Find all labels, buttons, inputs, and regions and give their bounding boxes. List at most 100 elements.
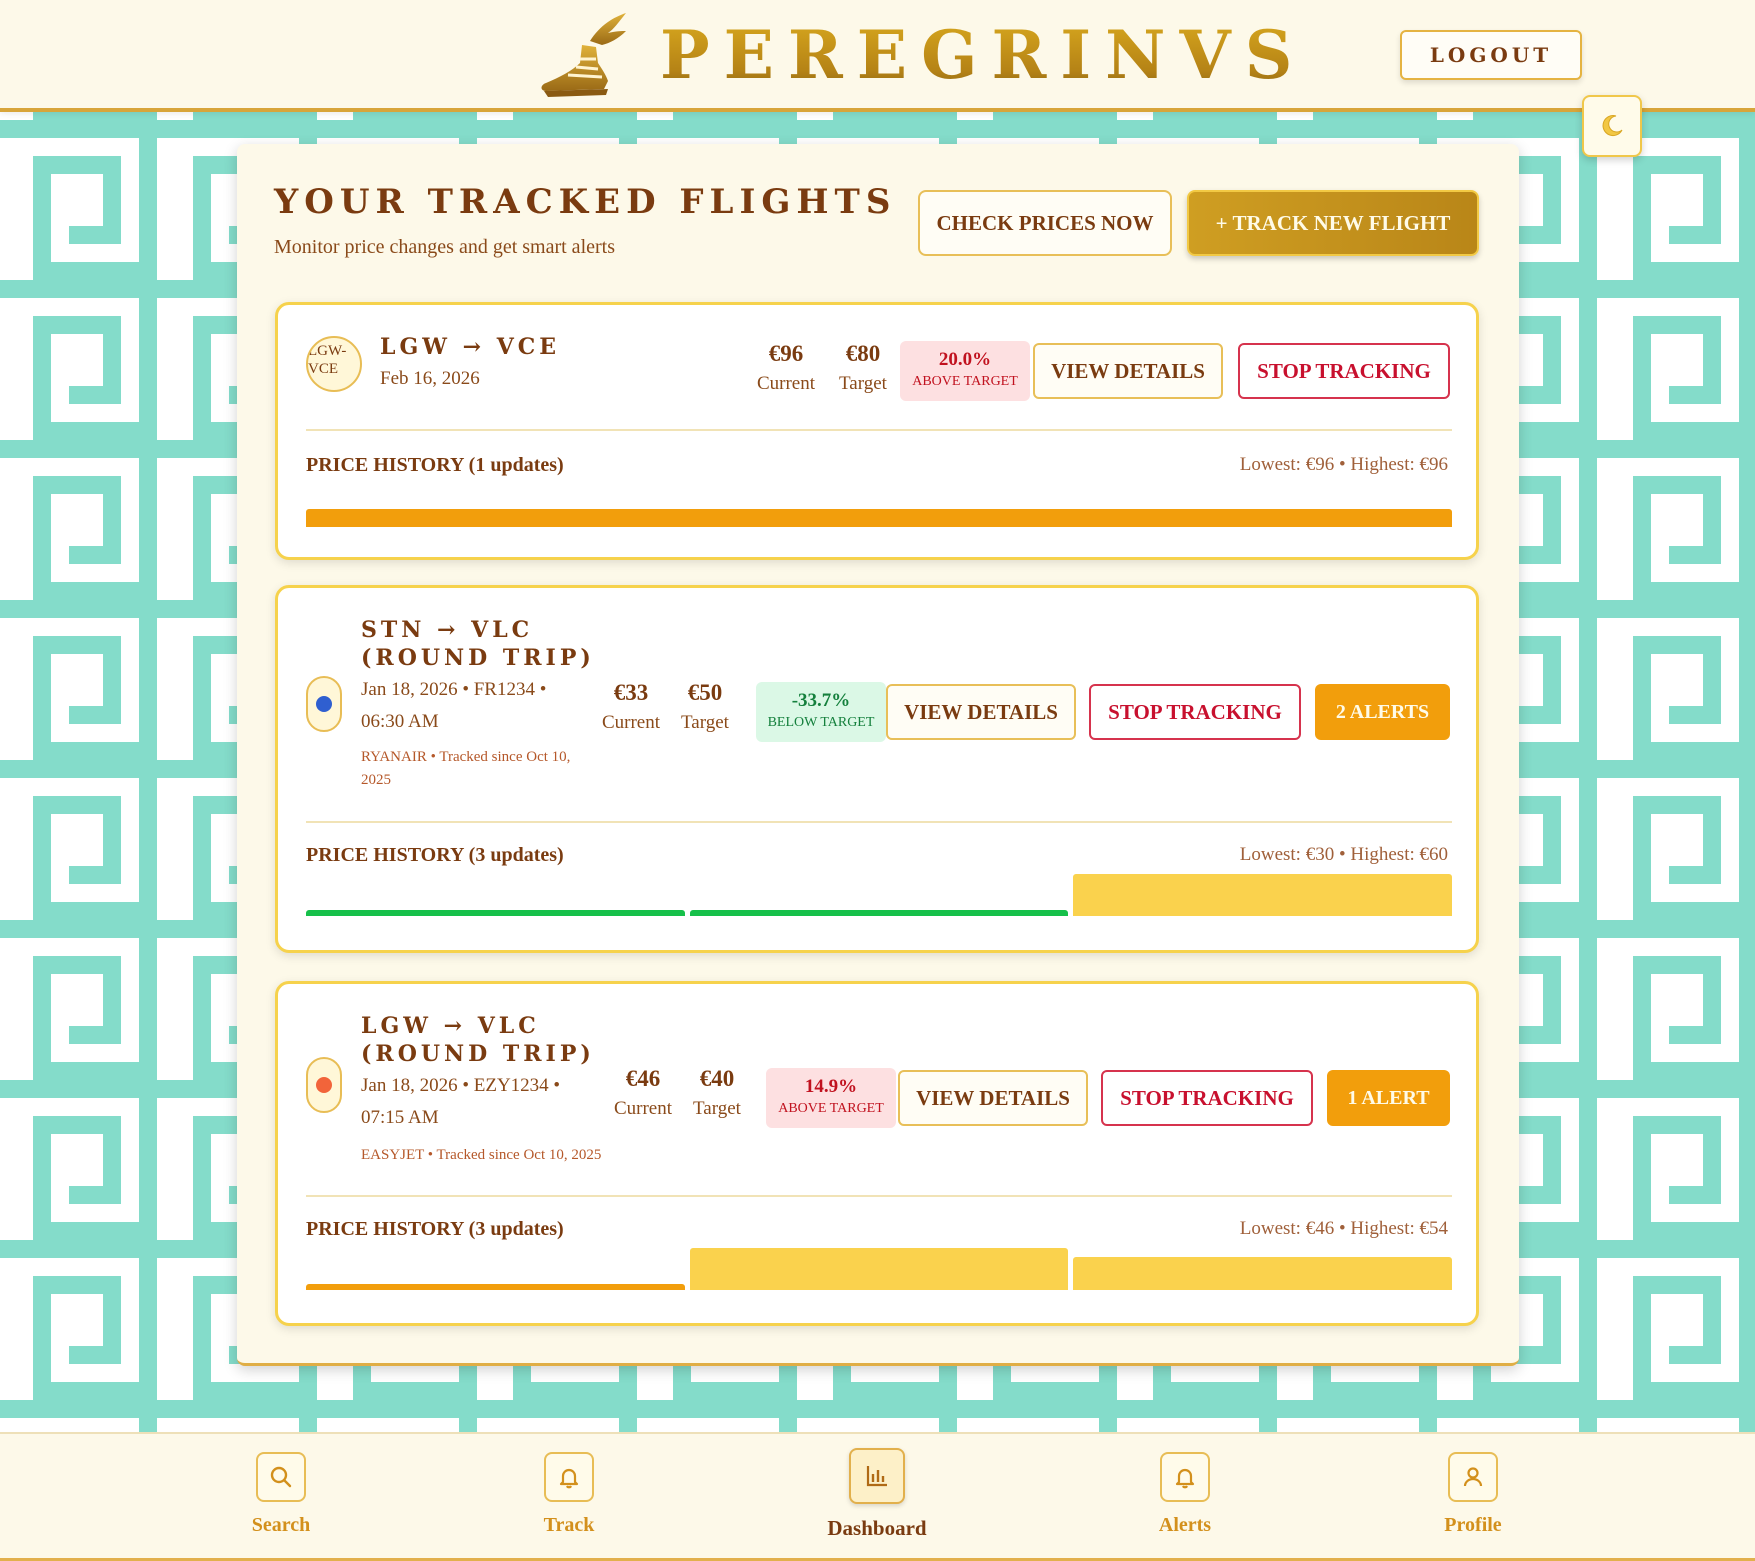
price-history-range: Lowest: €46 • Highest: €54 — [1239, 1218, 1448, 1239]
flight-card-lgw-vlc: LGW → VLC (ROUND TRIP) Jan 18, 2026 • EZ… — [275, 981, 1479, 1326]
bell-icon — [544, 1452, 594, 1502]
current-price-value: €96 — [768, 341, 804, 366]
current-price-value: €33 — [613, 680, 649, 705]
route-badge-text: LGW-VCE — [308, 343, 347, 377]
nav-label: Dashboard — [827, 1516, 927, 1540]
airline-tracked-since: RYANAIR • Tracked since Oct 10, 2025 — [361, 746, 570, 792]
search-icon — [256, 1452, 306, 1502]
delta-percent: 20.0% — [938, 349, 992, 370]
nav-label: Search — [251, 1514, 311, 1536]
target-price: €40 Target — [682, 1066, 752, 1120]
card-divider — [306, 429, 1452, 431]
top-header: PEREGRINVS LOGOUT — [0, 0, 1755, 112]
flight-details: Jan 18, 2026 • FR1234 • 06:30 AM — [361, 674, 546, 738]
airline-badge — [306, 676, 342, 732]
bottom-nav: Search Track Dashboard Alerts Profile — [0, 1432, 1755, 1561]
delta-label: ABOVE TARGET — [912, 374, 1018, 389]
current-price-value: €46 — [625, 1066, 661, 1091]
current-price: €33 Current — [596, 680, 666, 734]
winged-sandal-icon — [541, 13, 626, 97]
track-new-flight-button[interactable]: + TRACK NEW FLIGHT — [1187, 190, 1479, 256]
flight-details-line1: Jan 18, 2026 • FR1234 • — [361, 679, 547, 700]
flight-route-line1: STN → VLC — [361, 617, 534, 643]
airline-line1: EASYJET • Tracked since Oct 10, 2025 — [361, 1147, 602, 1163]
price-history-title: PRICE HISTORY (3 updates) — [306, 844, 564, 866]
flight-date: Feb 16, 2026 — [380, 368, 480, 389]
nav-item-dashboard[interactable]: Dashboard — [807, 1448, 947, 1541]
price-history-title: PRICE HISTORY (3 updates) — [306, 1218, 564, 1240]
flight-card-stn-vlc: STN → VLC (ROUND TRIP) Jan 18, 2026 • FR… — [275, 585, 1479, 953]
price-history-chart — [306, 1248, 1452, 1290]
delta-percent: -33.7% — [791, 690, 851, 711]
stop-tracking-button[interactable]: STOP TRACKING — [1238, 343, 1450, 399]
nav-label: Profile — [1444, 1514, 1502, 1536]
stop-tracking-button[interactable]: STOP TRACKING — [1101, 1070, 1313, 1126]
airline-dot-icon — [316, 696, 332, 712]
alerts-button[interactable]: 2 ALERTS — [1315, 684, 1450, 740]
price-history-bar — [306, 910, 685, 916]
current-price-label: Current — [756, 373, 816, 394]
price-history-chart — [306, 874, 1452, 916]
page-title: YOUR TRACKED FLIGHTS — [274, 182, 897, 222]
delta-label: BELOW TARGET — [767, 715, 875, 730]
flight-route: LGW → VCE — [380, 334, 561, 360]
theme-toggle-button[interactable] — [1582, 95, 1642, 157]
status-badge: 14.9% ABOVE TARGET — [766, 1068, 896, 1128]
current-price: €96 Current — [746, 341, 826, 395]
view-details-button[interactable]: VIEW DETAILS — [898, 1070, 1088, 1126]
stop-tracking-button[interactable]: STOP TRACKING — [1089, 684, 1301, 740]
view-details-button[interactable]: VIEW DETAILS — [1033, 343, 1223, 399]
delta-label: ABOVE TARGET — [778, 1101, 884, 1116]
flight-route: LGW → VLC (ROUND TRIP) — [361, 1012, 595, 1068]
flight-route-line2: (ROUND TRIP) — [361, 1041, 595, 1067]
delta-percent: 14.9% — [804, 1076, 858, 1097]
current-price-label: Current — [601, 712, 661, 733]
price-history-range: Lowest: €96 • Highest: €96 — [1239, 454, 1448, 475]
price-history-bar — [1073, 874, 1452, 916]
airline-tracked-since: EASYJET • Tracked since Oct 10, 2025 — [361, 1144, 601, 1167]
bell-icon — [1160, 1452, 1210, 1502]
target-price-value: €80 — [845, 341, 881, 366]
flight-route: STN → VLC (ROUND TRIP) — [361, 616, 595, 672]
card-divider — [306, 821, 1452, 823]
target-price-value: €40 — [699, 1066, 735, 1091]
brand-logo[interactable]: PEREGRINVS — [538, 10, 1306, 100]
view-details-button[interactable]: VIEW DETAILS — [886, 684, 1076, 740]
brand-name: PEREGRINVS — [660, 16, 1307, 94]
current-price: €46 Current — [608, 1066, 678, 1120]
price-history-bar — [1073, 1257, 1452, 1290]
current-price-label: Current — [613, 1098, 673, 1119]
user-icon — [1448, 1452, 1498, 1502]
target-price: €80 Target — [828, 341, 898, 395]
target-price-label: Target — [839, 373, 887, 394]
status-badge: -33.7% BELOW TARGET — [756, 682, 886, 742]
nav-item-search[interactable]: Search — [211, 1452, 351, 1537]
alerts-button[interactable]: 1 ALERT — [1327, 1070, 1450, 1126]
nav-item-alerts[interactable]: Alerts — [1115, 1452, 1255, 1537]
card-divider — [306, 1195, 1452, 1197]
route-badge: LGW-VCE — [306, 336, 362, 392]
price-history-bar — [306, 509, 1452, 527]
airline-line1: RYANAIR • Tracked since Oct 10, — [361, 749, 571, 765]
moon-icon — [1602, 115, 1623, 137]
flight-card-lgw-vce: LGW-VCE LGW → VCE Feb 16, 2026 €96 Curre… — [275, 302, 1479, 560]
page-subtitle: Monitor price changes and get smart aler… — [274, 236, 615, 258]
logout-button[interactable]: LOGOUT — [1400, 30, 1582, 80]
target-price-label: Target — [681, 712, 729, 733]
nav-item-track[interactable]: Track — [499, 1452, 639, 1537]
nav-label: Alerts — [1158, 1514, 1212, 1536]
check-prices-button[interactable]: CHECK PRICES NOW — [918, 190, 1172, 256]
price-history-bar — [689, 910, 1069, 916]
nav-item-profile[interactable]: Profile — [1403, 1452, 1543, 1537]
price-history-bar — [689, 1248, 1069, 1290]
target-price-value: €50 — [687, 680, 723, 705]
flight-details: Jan 18, 2026 • EZY1234 • 07:15 AM — [361, 1070, 560, 1134]
flight-route-line2: (ROUND TRIP) — [361, 645, 595, 671]
price-history-title: PRICE HISTORY (1 updates) — [306, 454, 564, 476]
flight-details-line1: Jan 18, 2026 • EZY1234 • — [361, 1075, 561, 1096]
airline-dot-icon — [316, 1077, 332, 1093]
flight-details-line2: 07:15 AM — [361, 1107, 439, 1128]
price-history-range: Lowest: €30 • Highest: €60 — [1239, 844, 1448, 865]
price-history-chart — [306, 485, 1452, 527]
target-price: €50 Target — [670, 680, 740, 734]
